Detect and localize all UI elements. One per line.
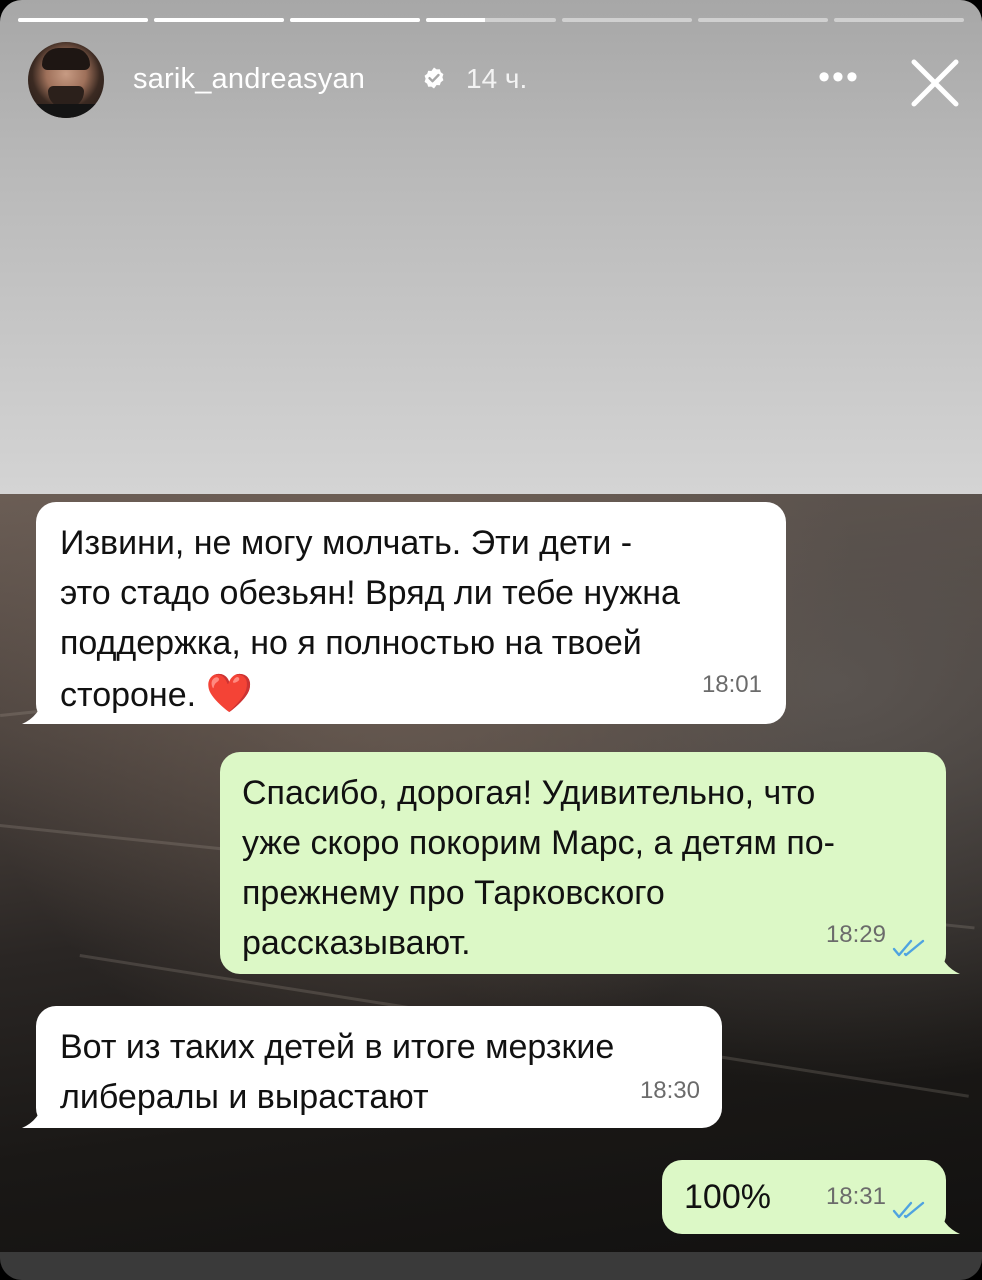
progress-segment-active	[426, 18, 556, 22]
message-time: 18:31	[825, 1183, 886, 1210]
verified-badge-icon	[424, 67, 444, 89]
chat-message-incoming: Вот из таких детей в итоге мерзкие либер…	[36, 1006, 722, 1128]
message-time: 18:01	[701, 671, 762, 698]
message-time: 18:30	[639, 1077, 700, 1104]
progress-segment	[154, 18, 284, 22]
chat-message-incoming: Извини, не могу молчать. Эти дети - это …	[36, 502, 786, 724]
story-viewer[interactable]: sarik_andreasyan 14 ч. ••• Извини, не мо…	[0, 0, 982, 1280]
message-text: Спасибо, дорогая! Удивительно, что уже с…	[242, 774, 835, 962]
username[interactable]: sarik_andreasyan	[133, 63, 365, 96]
read-receipt-icon	[892, 939, 925, 957]
progress-segment	[18, 18, 148, 22]
story-progress-bar	[18, 18, 964, 22]
message-text: Вот из таких детей в итоге мерзкие либер…	[60, 1028, 615, 1116]
user-avatar[interactable]	[28, 42, 104, 118]
chat-message-outgoing: 100% 18:31	[662, 1160, 946, 1234]
chat-message-outgoing: Спасибо, дорогая! Удивительно, что уже с…	[220, 752, 946, 974]
heart-emoji: ❤️	[205, 671, 253, 715]
progress-segment	[698, 18, 828, 22]
close-x-icon[interactable]	[906, 54, 964, 112]
ellipsis-horizontal-icon[interactable]: •••	[816, 60, 862, 100]
message-text: Извини, не могу молчать. Эти дети - это …	[60, 524, 680, 714]
message-time: 18:29	[825, 921, 886, 948]
read-receipt-icon	[892, 1201, 925, 1219]
message-text: 100%	[684, 1178, 771, 1216]
posted-time: 14 ч.	[466, 63, 528, 94]
bottom-bar	[0, 1252, 982, 1280]
progress-segment	[834, 18, 964, 22]
progress-segment	[562, 18, 692, 22]
progress-segment	[290, 18, 420, 22]
